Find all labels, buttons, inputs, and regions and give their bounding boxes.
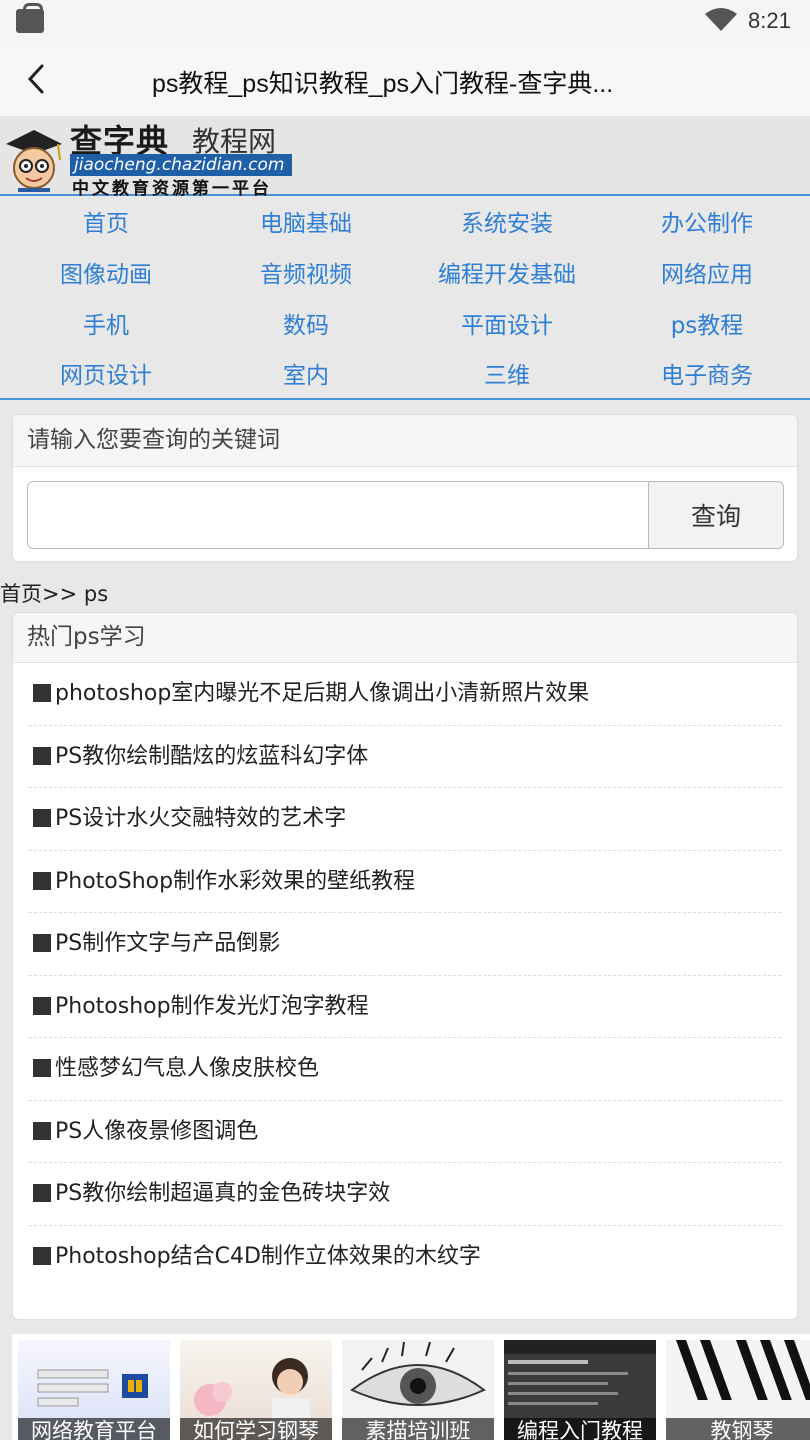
mascot-icon [6,130,62,192]
list-item[interactable]: PS制作文字与产品倒影 [29,913,781,976]
category-nav: 首页 电脑基础 系统安装 办公制作 图像动画 音频视频 编程开发基础 网络应用 … [0,196,810,400]
list-item[interactable]: PS人像夜景修图调色 [29,1101,781,1163]
nav-item-image-animation[interactable]: 图像动画 [6,255,206,289]
list-item[interactable]: PS教你绘制酷炫的炫蓝科幻字体 [29,726,781,788]
bullet-square-icon [33,996,51,1015]
list-item[interactable]: Photoshop结合C4D制作立体效果的木纹字 [29,1226,781,1289]
thumb-card[interactable]: 如何学习钢琴 [180,1340,332,1440]
search-button[interactable]: 查询 [648,481,784,549]
nav-item-office[interactable]: 办公制作 [607,204,807,238]
back-arrow-icon[interactable] [20,60,54,98]
thumb-card[interactable]: 教钢琴 [666,1340,810,1440]
thumb-caption: 教钢琴 [666,1418,810,1440]
nav-item-home[interactable]: 首页 [6,204,206,238]
nav-item-ps-tutorial[interactable]: ps教程 [607,306,807,340]
list-item[interactable]: photoshop室内曝光不足后期人像调出小清新照片效果 [29,663,781,726]
nav-item-audio-video[interactable]: 音频视频 [206,255,406,289]
list-item[interactable]: PhotoShop制作水彩效果的壁纸教程 [29,851,781,913]
search-heading: 请输入您要查询的关键词 [13,415,797,467]
thumb-card[interactable]: 网络教育平台 [18,1340,170,1440]
bullet-square-icon [33,1121,51,1140]
bullet-square-icon [33,1246,51,1265]
bullet-square-icon [33,1184,51,1202]
status-time: 8:21 [748,8,791,33]
title-bar: ps教程_ps知识教程_ps入门教程-查字典... [0,44,810,116]
hot-ps-panel: 热门ps学习 photoshop室内曝光不足后期人像调出小清新照片效果 PS教你… [12,612,798,1320]
page-title: ps教程_ps知识教程_ps入门教程-查字典... [152,70,614,98]
bullet-square-icon [33,684,51,702]
thumb-card[interactable]: 编程入门教程 [504,1340,656,1440]
nav-item-system-install[interactable]: 系统安装 [407,204,607,238]
nav-item-computer-basics[interactable]: 电脑基础 [206,204,406,238]
list-item[interactable]: 性感梦幻气息人像皮肤校色 [29,1038,781,1101]
hot-heading: 热门ps学习 [13,613,797,663]
breadcrumb[interactable]: 首页>> ps [0,578,108,608]
bullet-square-icon [33,1059,51,1077]
thumb-caption: 编程入门教程 [504,1418,656,1440]
nav-item-ecommerce[interactable]: 电子商务 [607,356,807,390]
bullet-square-icon [33,746,51,765]
nav-item-3d[interactable]: 三维 [407,356,607,390]
wifi-icon [705,8,737,31]
thumb-caption: 如何学习钢琴 [180,1418,332,1440]
nav-item-interior[interactable]: 室内 [206,356,406,390]
search-input[interactable] [27,481,649,549]
nav-item-programming[interactable]: 编程开发基础 [407,255,607,289]
ad-thumbnail-strip: 网络教育平台 如何学习钢琴 素描培训班 编程入门教程 教钢琴 [12,1334,810,1440]
hot-list: photoshop室内曝光不足后期人像调出小清新照片效果 PS教你绘制酷炫的炫蓝… [29,663,781,1288]
shopping-bag-icon [16,3,44,33]
header-logo-bar: 查字典 教程网 jiaocheng.chazidian.com 中文教育资源第一… [0,116,810,199]
list-item[interactable]: PS教你绘制超逼真的金色砖块字效 [29,1163,781,1226]
nav-item-network-apps[interactable]: 网络应用 [607,255,807,289]
search-panel: 请输入您要查询的关键词 查询 [12,414,798,562]
thumb-card[interactable]: 素描培训班 [342,1340,494,1440]
list-item[interactable]: Photoshop制作发光灯泡字教程 [29,976,781,1038]
nav-item-mobile[interactable]: 手机 [6,306,206,340]
bullet-square-icon [33,934,51,952]
list-item[interactable]: PS设计水火交融特效的艺术字 [29,788,781,851]
nav-item-graphic-design[interactable]: 平面设计 [407,306,607,340]
logo-domain: jiaocheng.chazidian.com [70,154,292,176]
bullet-square-icon [33,809,51,827]
nav-item-digital[interactable]: 数码 [206,306,406,340]
site-logo[interactable]: 查字典 教程网 jiaocheng.chazidian.com 中文教育资源第一… [0,116,300,199]
thumb-caption: 素描培训班 [342,1418,494,1440]
status-bar: 8:21 [0,0,810,44]
thumb-caption: 网络教育平台 [18,1418,170,1440]
bullet-square-icon [33,871,51,890]
nav-item-web-design[interactable]: 网页设计 [6,356,206,390]
